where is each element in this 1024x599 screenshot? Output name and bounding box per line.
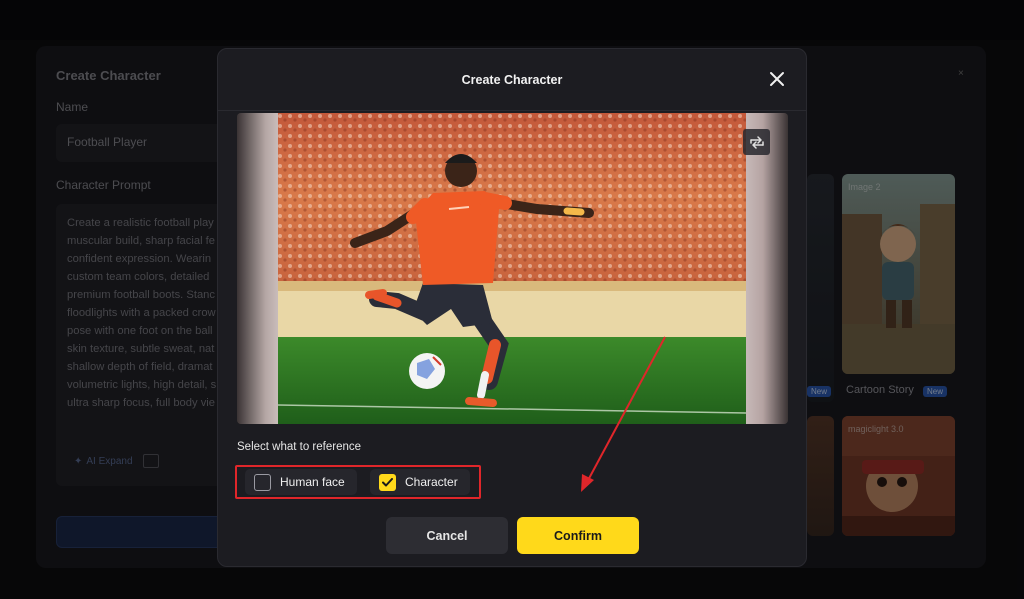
football-player-image: [237, 113, 788, 424]
cancel-button[interactable]: Cancel: [386, 517, 508, 554]
create-character-modal: Create Character Select what to referenc…: [217, 48, 807, 567]
swap-icon[interactable]: [743, 129, 770, 155]
modal-title: Create Character: [461, 73, 563, 87]
close-icon[interactable]: [768, 70, 786, 88]
annotation-highlight-box: [235, 465, 481, 499]
modal-header: Create Character: [218, 49, 806, 111]
confirm-button[interactable]: Confirm: [517, 517, 639, 554]
reference-label: Select what to reference: [237, 441, 362, 453]
reference-image-preview: [237, 113, 788, 424]
